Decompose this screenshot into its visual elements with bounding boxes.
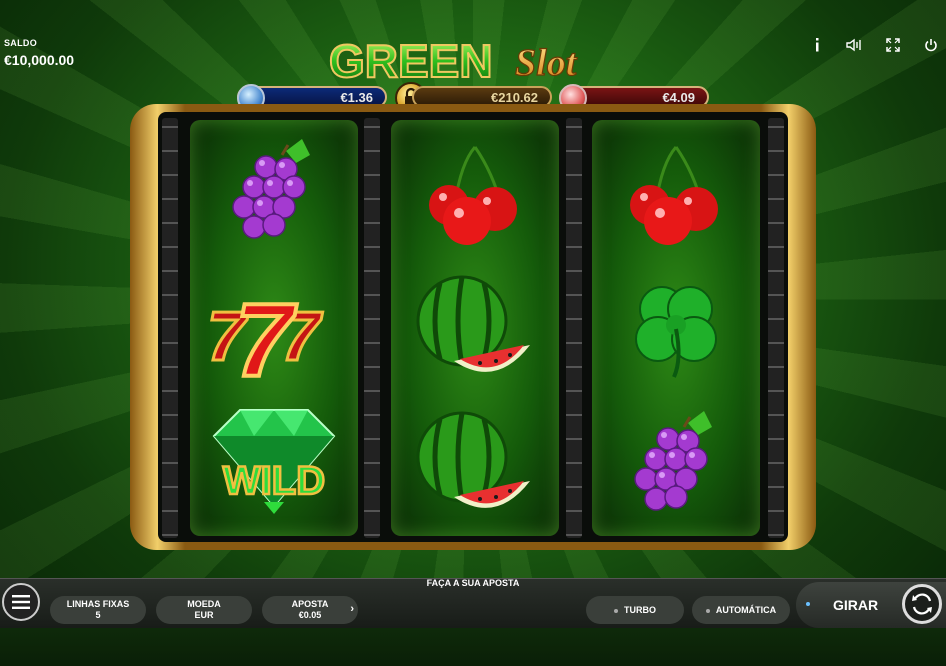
power-icon[interactable]: [922, 36, 940, 54]
grapes-symbol: [592, 396, 760, 534]
spin-indicator-icon: [806, 602, 810, 606]
reel-divider: [768, 118, 784, 538]
lines-selector[interactable]: LINHAS FIXAS 5: [50, 596, 146, 624]
reel-divider: [162, 118, 178, 538]
watermelon-symbol: [391, 260, 559, 398]
reel-3: [592, 120, 760, 536]
grapes-icon: [232, 139, 310, 239]
bet-value: €0.05: [298, 610, 322, 620]
logo-word-slot: Slot: [515, 42, 578, 84]
balance-label: SALDO: [4, 38, 37, 48]
svg-text:7: 7: [235, 283, 297, 394]
watermelon-icon: [416, 275, 530, 372]
spin-label: GIRAR: [833, 597, 879, 613]
cherries-icon: [429, 146, 517, 245]
chevron-right-icon: ›: [350, 603, 354, 615]
coin-label: MOEDA: [187, 599, 221, 609]
bottom-background-strip: [0, 628, 946, 666]
hamburger-icon: [12, 595, 30, 609]
autoplay-indicator-icon: [705, 608, 710, 613]
watermelon-symbol: [391, 396, 559, 534]
info-icon[interactable]: [808, 36, 826, 54]
coin-selector[interactable]: MOEDA EUR: [156, 596, 252, 624]
balance-display: SALDO €10,000.00: [4, 38, 74, 68]
reel-2: [391, 120, 559, 536]
bottom-control-bar: FAÇA A SUA APOSTA LINHAS FIXAS 5 MOEDA E…: [0, 578, 946, 628]
turbo-label: TURBO: [624, 605, 656, 615]
reel-area: 7 7 7 WILD: [158, 112, 788, 542]
cherries-symbol: [592, 124, 760, 262]
watermelon-icon: [416, 411, 530, 508]
coin-value: EUR: [194, 610, 214, 620]
spin-icon-button[interactable]: [902, 584, 942, 624]
wild-label: WILD: [223, 459, 325, 503]
seven-symbol: 7 7 7: [190, 260, 358, 398]
reel-1: 7 7 7 WILD: [190, 120, 358, 536]
turbo-indicator-icon: [614, 608, 618, 613]
jackpot-blue-value: €1.36: [340, 90, 373, 105]
reel-divider: [364, 118, 380, 538]
autoplay-label: AUTOMÁTICA: [715, 605, 777, 615]
slot-machine-frame: 7 7 7 WILD: [130, 104, 816, 550]
cherries-symbol: [391, 124, 559, 262]
clover-symbol: [592, 260, 760, 398]
grapes-icon: [634, 411, 712, 511]
fullscreen-icon[interactable]: [884, 36, 902, 54]
jackpot-red-value: €4.09: [662, 90, 695, 105]
jackpot-gold-value: €210.62: [491, 90, 538, 105]
top-toolbar: [808, 36, 940, 54]
wild-symbol: WILD: [190, 396, 358, 534]
grapes-symbol: [190, 124, 358, 262]
logo-word-green: GREEN: [329, 35, 493, 87]
bet-label: APOSTA: [291, 599, 329, 609]
menu-button[interactable]: [2, 583, 40, 621]
reel-divider: [566, 118, 582, 538]
clover-icon: [635, 286, 717, 378]
autoplay-button[interactable]: AUTOMÁTICA: [692, 596, 790, 624]
lines-value: 5: [95, 610, 101, 620]
seven-icon: 7 7 7: [206, 281, 325, 394]
cherries-icon: [630, 146, 718, 245]
bet-selector[interactable]: APOSTA €0.05 ›: [262, 596, 358, 624]
balance-value: €10,000.00: [4, 52, 75, 68]
turbo-button[interactable]: TURBO: [586, 596, 684, 624]
refresh-icon: [912, 593, 932, 615]
game-logo: GREEN Slot: [325, 33, 615, 88]
sound-icon[interactable]: [846, 36, 864, 54]
lines-label: LINHAS FIXAS: [66, 599, 130, 609]
